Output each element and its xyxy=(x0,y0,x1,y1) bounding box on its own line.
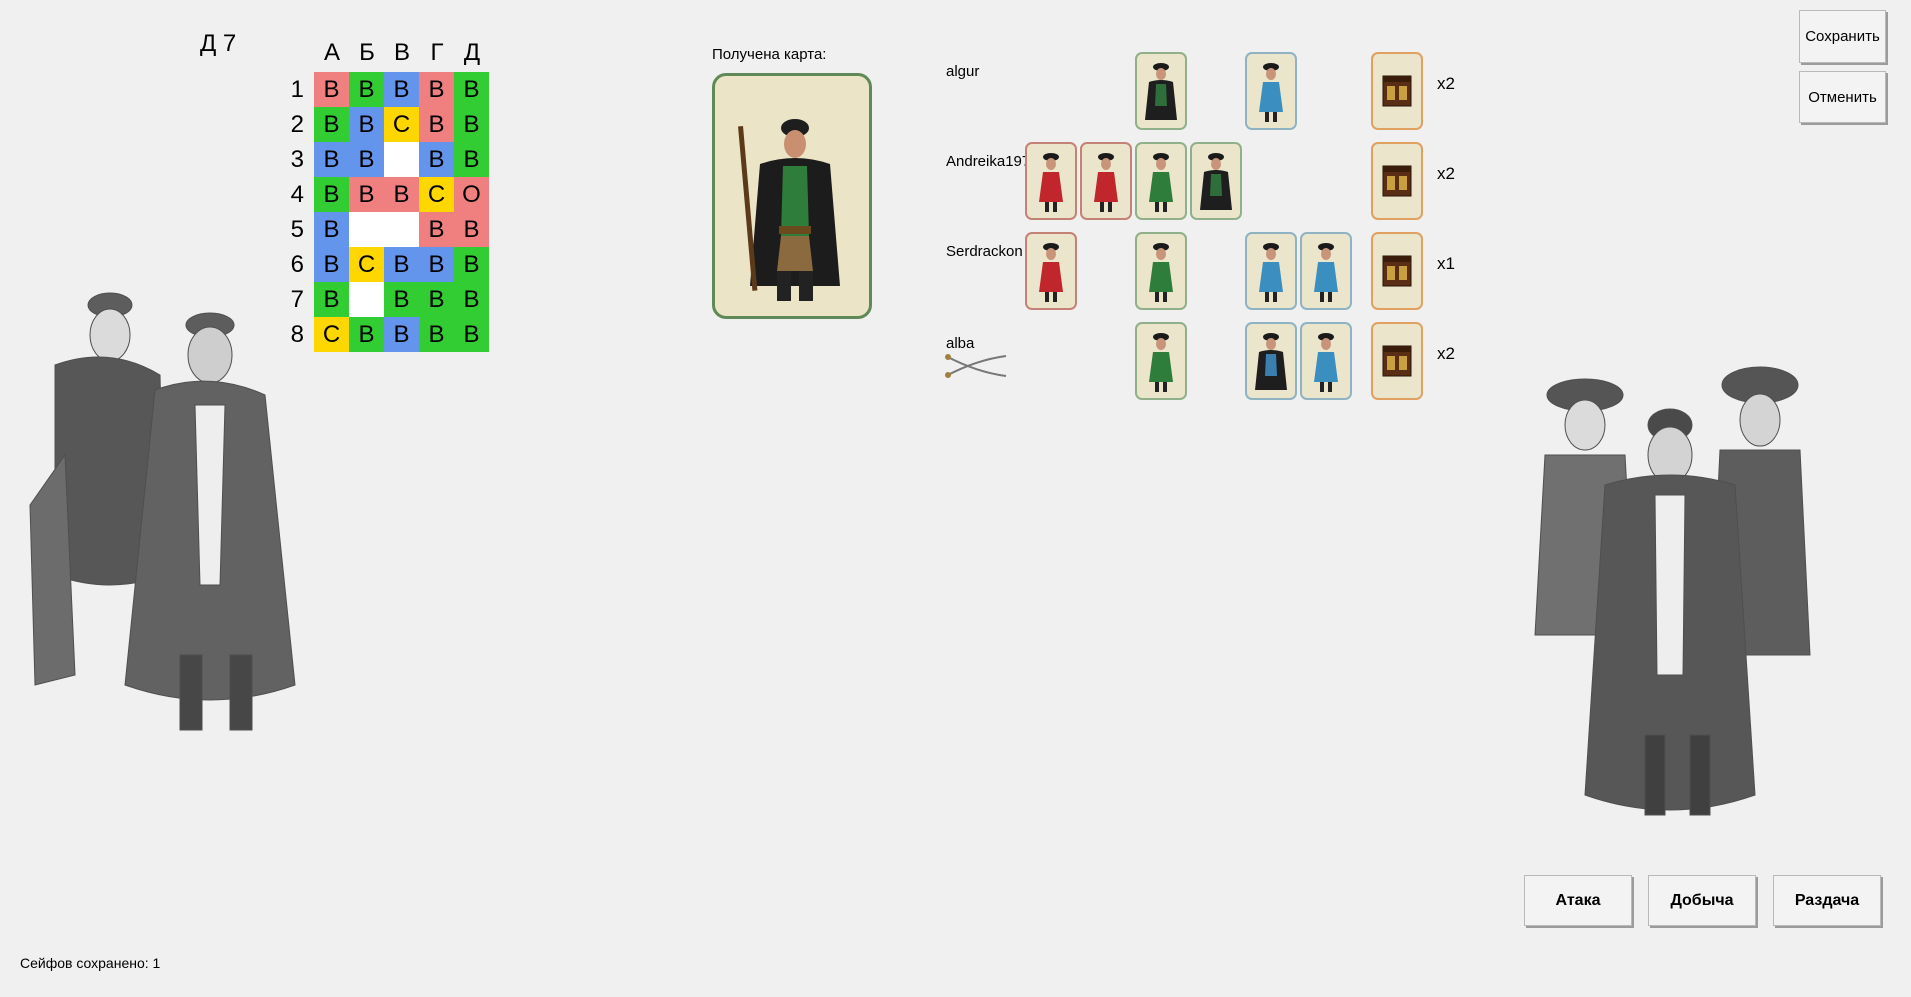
board-cell[interactable]: В xyxy=(384,317,419,352)
board-cell[interactable] xyxy=(349,212,384,247)
board-cell[interactable]: В xyxy=(314,142,349,177)
player-name: Andreika197 xyxy=(946,153,1031,170)
board-cell[interactable]: В xyxy=(419,142,454,177)
board-cell[interactable]: В xyxy=(349,107,384,142)
player-card[interactable] xyxy=(1135,322,1187,400)
column-header: Б xyxy=(359,39,375,66)
board-cell[interactable]: В xyxy=(419,247,454,282)
column-header: Д xyxy=(463,39,481,66)
board-cell[interactable]: В xyxy=(419,72,454,107)
player-card[interactable] xyxy=(1245,322,1297,400)
player-card[interactable] xyxy=(1025,232,1077,310)
player-card[interactable] xyxy=(1245,52,1297,130)
received-card xyxy=(712,73,872,319)
crossed-sabers-icon xyxy=(942,352,1010,385)
board-cell[interactable] xyxy=(349,282,384,317)
board-cell[interactable]: В xyxy=(349,72,384,107)
player-card[interactable] xyxy=(1025,142,1077,220)
loot-button[interactable]: Добыча xyxy=(1648,875,1756,926)
attack-button[interactable]: Атака xyxy=(1524,875,1632,926)
board-cell[interactable]: О xyxy=(454,177,489,212)
board-cell[interactable]: В xyxy=(419,212,454,247)
deal-button[interactable]: Раздача xyxy=(1773,875,1881,926)
row-header: 5 xyxy=(290,216,304,243)
player-card[interactable] xyxy=(1135,142,1187,220)
save-button[interactable]: Сохранить xyxy=(1799,10,1886,63)
board-cell[interactable]: В xyxy=(454,247,489,282)
row-header: 2 xyxy=(290,111,304,138)
player-card[interactable] xyxy=(1300,322,1352,400)
player-card[interactable] xyxy=(1300,232,1352,310)
board-cell[interactable]: С xyxy=(314,317,349,352)
board-cell[interactable]: В xyxy=(384,247,419,282)
board-cell[interactable] xyxy=(384,142,419,177)
board-cell[interactable]: В xyxy=(384,177,419,212)
board-cell[interactable]: В xyxy=(384,282,419,317)
player-card[interactable] xyxy=(1080,142,1132,220)
row-header: 3 xyxy=(290,146,304,173)
player-card[interactable] xyxy=(1371,322,1423,400)
board-cell[interactable]: В xyxy=(349,142,384,177)
player-card[interactable] xyxy=(1135,52,1187,130)
board-cell[interactable]: В xyxy=(314,72,349,107)
column-header: Г xyxy=(430,39,444,66)
player-card[interactable] xyxy=(1371,142,1423,220)
player-name: algur xyxy=(946,63,980,80)
player-card[interactable] xyxy=(1371,52,1423,130)
pirate-musketeer-icon xyxy=(715,76,869,316)
multiplier: x2 xyxy=(1437,344,1455,363)
cancel-button[interactable]: Отменить xyxy=(1799,71,1886,123)
player-card[interactable] xyxy=(1371,232,1423,310)
column-header: А xyxy=(323,39,340,66)
board-cell[interactable]: В xyxy=(419,282,454,317)
board-cell[interactable]: В xyxy=(454,107,489,142)
multiplier: x2 xyxy=(1437,74,1455,93)
multiplier: x2 xyxy=(1437,164,1455,183)
board-cell[interactable]: В xyxy=(314,212,349,247)
row-header: 7 xyxy=(290,286,304,313)
player-name: Serdrackon xyxy=(946,243,1023,260)
board-cell[interactable]: В xyxy=(349,317,384,352)
board-cell[interactable]: С xyxy=(349,247,384,282)
coordinate-readout: Д 7 xyxy=(200,30,237,57)
status-text: Сейфов сохранено: 1 xyxy=(20,955,161,971)
board-cell[interactable]: В xyxy=(419,107,454,142)
row-header: 4 xyxy=(290,181,304,208)
received-card-label: Получена карта: xyxy=(712,46,827,63)
board-cell[interactable]: В xyxy=(349,177,384,212)
row-header: 8 xyxy=(290,321,304,348)
soldiers-illustration xyxy=(29,292,296,731)
board-cell[interactable]: В xyxy=(454,212,489,247)
board-cell[interactable]: В xyxy=(454,282,489,317)
row-header: 1 xyxy=(290,76,304,103)
pirates-illustration xyxy=(1534,366,1811,816)
player-name: alba xyxy=(946,335,975,352)
player-card[interactable] xyxy=(1190,142,1242,220)
player-card[interactable] xyxy=(1245,232,1297,310)
row-header: 6 xyxy=(290,251,304,278)
board-cell[interactable]: В xyxy=(384,72,419,107)
board-cell[interactable]: С xyxy=(384,107,419,142)
board-cell[interactable] xyxy=(384,212,419,247)
board-cell[interactable]: В xyxy=(419,317,454,352)
board-cell[interactable]: В xyxy=(314,177,349,212)
board-cell[interactable]: В xyxy=(314,282,349,317)
board-cell[interactable]: В xyxy=(454,317,489,352)
board-cell[interactable]: В xyxy=(314,247,349,282)
board-cell[interactable]: В xyxy=(314,107,349,142)
board-cell[interactable]: В xyxy=(454,142,489,177)
multiplier: x1 xyxy=(1437,254,1455,273)
column-header: В xyxy=(393,39,410,66)
player-card[interactable] xyxy=(1135,232,1187,310)
board-cell[interactable]: В xyxy=(454,72,489,107)
board-cell[interactable]: С xyxy=(419,177,454,212)
